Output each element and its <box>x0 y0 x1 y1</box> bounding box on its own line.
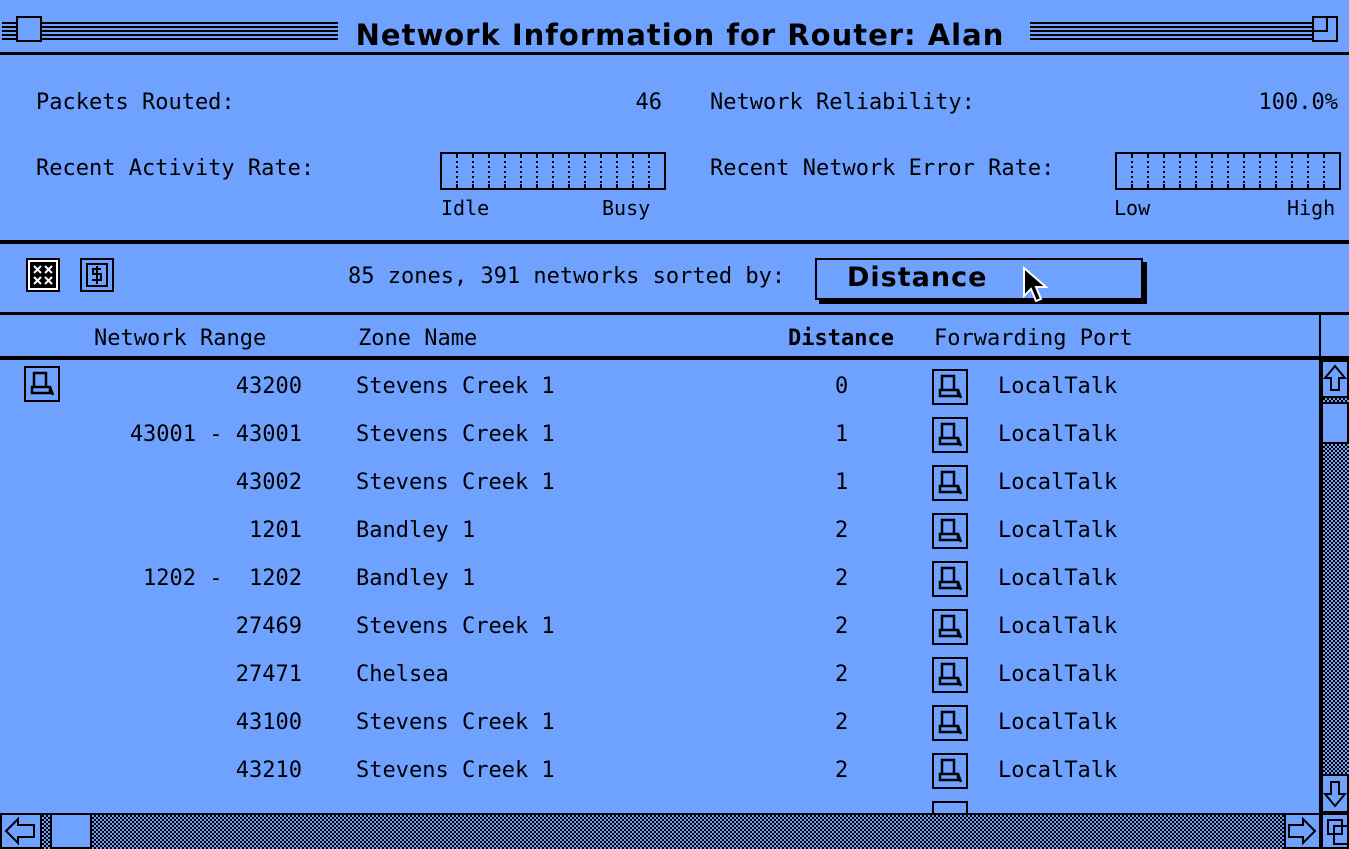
title-stripes-left <box>2 22 338 40</box>
horizontal-scrollbar[interactable] <box>0 813 1321 849</box>
row-distance: 0 <box>835 374 849 399</box>
zoom-box-icon[interactable] <box>1312 16 1338 42</box>
row-distance: 2 <box>835 758 849 783</box>
scroll-right-icon[interactable] <box>1284 813 1321 849</box>
arrow-pointer-icon <box>1023 266 1049 303</box>
row-zone: Stevens Creek 1 <box>356 374 555 399</box>
toolbar-divider <box>0 312 1349 315</box>
table-row[interactable]: 27471 Chelsea 2 LocalTalk <box>0 651 1320 699</box>
activity-low-label: Idle <box>441 196 490 220</box>
row-port: LocalTalk <box>998 422 1118 447</box>
table-row[interactable]: 43200 Stevens Creek 1 0 LocalTalk <box>0 363 1320 411</box>
table-row[interactable]: 43210 Stevens Creek 1 2 LocalTalk <box>0 747 1320 795</box>
network-reliability-value: 100.0% <box>1258 90 1338 115</box>
row-port: LocalTalk <box>998 614 1118 639</box>
table-row[interactable]: 1201 Bandley 1 2 LocalTalk <box>0 507 1320 555</box>
row-distance: 1 <box>835 422 849 447</box>
error-low-label: Low <box>1114 196 1151 220</box>
sort-by-value: Distance <box>847 262 988 293</box>
network-reliability-label: Network Reliability: <box>710 90 975 115</box>
row-range: 27471 <box>235 662 302 687</box>
column-network-range[interactable]: Network Range <box>94 326 266 352</box>
title-stripes-right <box>1030 22 1312 40</box>
row-port: LocalTalk <box>998 710 1118 735</box>
scroll-down-icon[interactable] <box>1321 774 1349 813</box>
localtalk-port-icon <box>932 417 968 453</box>
row-zone: Chelsea <box>356 662 449 687</box>
row-zone: Stevens Creek 1 <box>356 614 555 639</box>
localtalk-port-icon <box>932 561 968 597</box>
error-high-label: High <box>1287 196 1336 220</box>
row-range: 27469 <box>235 614 302 639</box>
activity-high-label: Busy <box>602 196 651 220</box>
sort-by-popup[interactable]: Distance <box>815 258 1143 300</box>
scroll-up-icon[interactable] <box>1321 360 1349 398</box>
header-divider <box>0 356 1349 360</box>
row-range: 43200 <box>235 374 302 399</box>
error-rate-meter <box>1115 152 1341 190</box>
activity-rate-meter <box>440 152 666 190</box>
row-distance: 2 <box>835 710 849 735</box>
summary-text: 85 zones, 391 networks sorted by: <box>348 264 786 289</box>
close-box-icon[interactable] <box>16 16 42 42</box>
localtalk-port-icon <box>932 609 968 645</box>
scroll-left-icon[interactable] <box>0 813 42 849</box>
row-range: 1202 - 1202 <box>143 566 302 591</box>
table-row[interactable]: 43100 Stevens Creek 1 2 LocalTalk <box>0 699 1320 747</box>
row-zone: Stevens Creek 1 <box>356 758 555 783</box>
horizontal-scroll-thumb[interactable] <box>50 813 92 849</box>
localtalk-port-icon <box>932 513 968 549</box>
row-zone: Bandley 1 <box>356 518 476 543</box>
localtalk-port-icon <box>932 369 968 405</box>
row-distance: 2 <box>835 566 849 591</box>
localtalk-port-icon <box>932 465 968 501</box>
row-zone: Stevens Creek 1 <box>356 422 555 447</box>
row-distance: 1 <box>835 470 849 495</box>
packets-routed-value: 46 <box>635 90 663 115</box>
grow-box-icon[interactable] <box>1321 813 1349 849</box>
row-distance: 2 <box>835 614 849 639</box>
column-forwarding-port[interactable]: Forwarding Port <box>934 326 1133 352</box>
table-row[interactable]: 43001 - 43001 Stevens Creek 1 1 LocalTal… <box>0 411 1320 459</box>
zones-icon[interactable] <box>26 258 60 292</box>
row-port: LocalTalk <box>998 662 1118 687</box>
row-port: LocalTalk <box>998 518 1118 543</box>
recent-activity-label: Recent Activity Rate: <box>36 156 315 181</box>
window-title: Network Information for Router: Alan <box>340 18 1020 52</box>
title-bar[interactable]: Network Information for Router: Alan <box>0 8 1349 52</box>
localtalk-port-icon <box>932 657 968 693</box>
row-port: LocalTalk <box>998 758 1118 783</box>
row-distance: 2 <box>835 662 849 687</box>
recent-error-label: Recent Network Error Rate: <box>710 156 1055 181</box>
table-row[interactable]: 43002 Stevens Creek 1 1 LocalTalk <box>0 459 1320 507</box>
title-divider <box>0 52 1349 55</box>
row-distance: 2 <box>835 518 849 543</box>
vertical-scroll-thumb[interactable] <box>1321 402 1349 444</box>
column-zone-name[interactable]: Zone Name <box>358 326 477 352</box>
row-range: 1201 <box>249 518 302 543</box>
localtalk-port-icon <box>932 705 968 741</box>
row-zone: Bandley 1 <box>356 566 476 591</box>
stats-divider <box>0 240 1349 244</box>
row-range: 43100 <box>235 710 302 735</box>
row-zone: Stevens Creek 1 <box>356 470 555 495</box>
router-window: Network Information for Router: Alan Pac… <box>0 0 1349 849</box>
table-row[interactable]: 1202 - 1202 Bandley 1 2 LocalTalk <box>0 555 1320 603</box>
table-row[interactable]: 27469 Stevens Creek 1 2 LocalTalk <box>0 603 1320 651</box>
row-range: 43001 - 43001 <box>129 422 302 447</box>
row-range: 43002 <box>235 470 302 495</box>
row-range: 43210 <box>235 758 302 783</box>
row-port: LocalTalk <box>998 374 1118 399</box>
packets-routed-label: Packets Routed: <box>36 90 235 115</box>
row-port: LocalTalk <box>998 566 1118 591</box>
row-port: LocalTalk <box>998 470 1118 495</box>
dollar-icon[interactable] <box>80 258 114 292</box>
column-distance[interactable]: Distance <box>788 326 894 352</box>
row-zone: Stevens Creek 1 <box>356 710 555 735</box>
localtalk-port-icon <box>932 753 968 789</box>
